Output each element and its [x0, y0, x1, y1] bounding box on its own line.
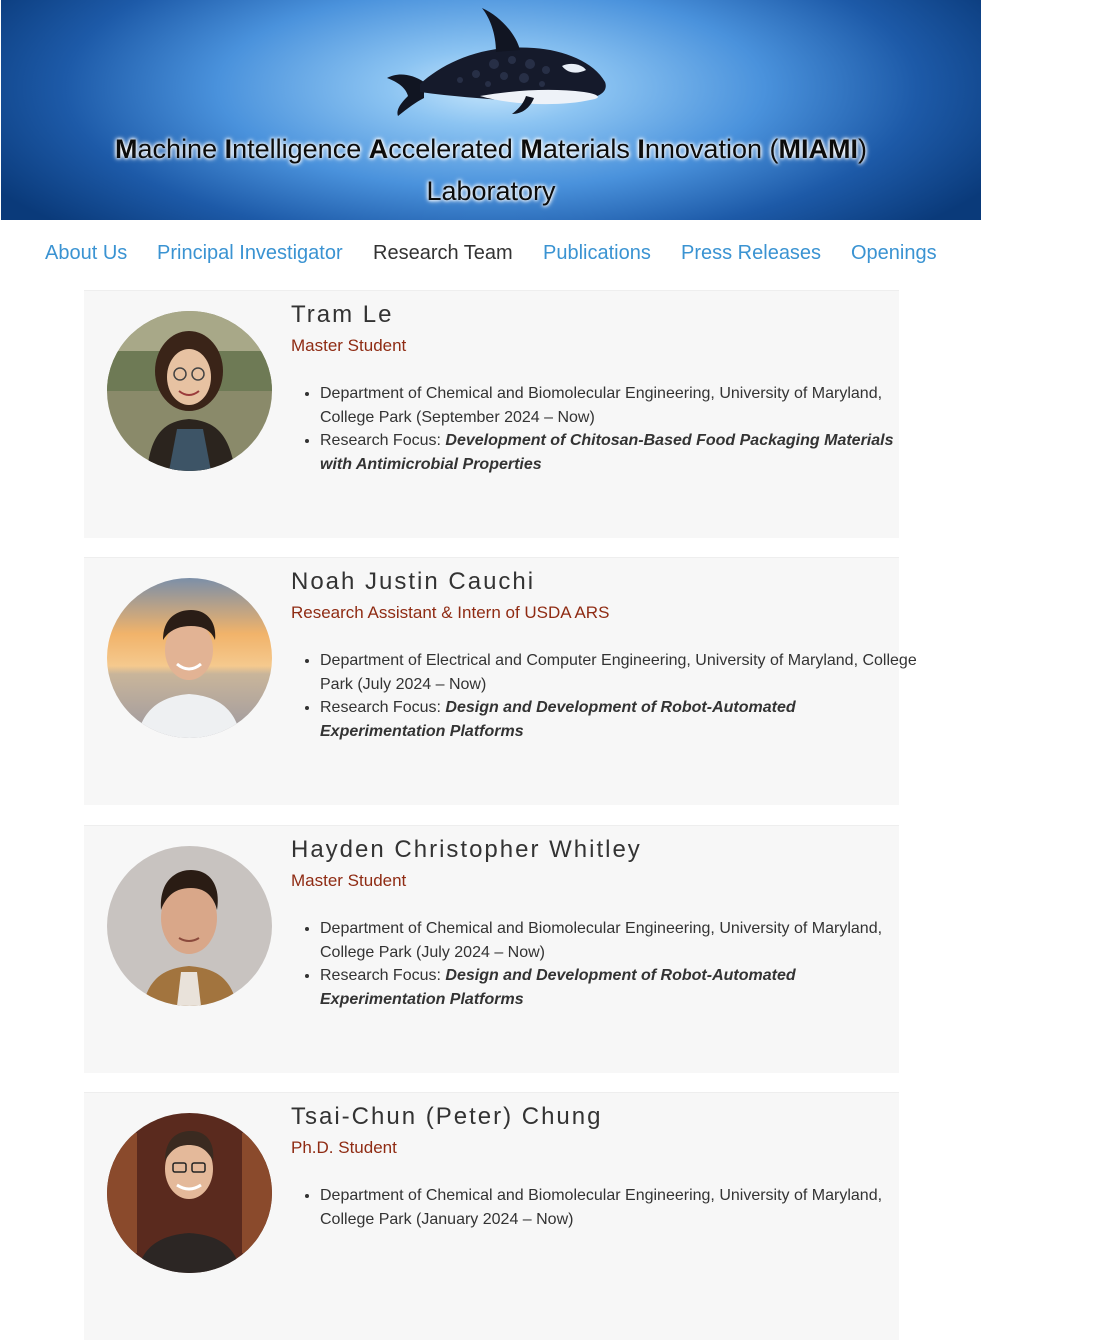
portrait-hayden-christopher-whitley	[107, 846, 272, 1006]
banner-title-part: ntelligence	[232, 134, 369, 164]
member-research-focus: Research Focus: Design and Development o…	[320, 696, 920, 743]
banner-title-part: aterials	[542, 134, 638, 164]
member-details: Department of Chemical and Biomolecular …	[291, 917, 920, 1011]
banner-title: Machine Intelligence Accelerated Materia…	[1, 128, 981, 212]
research-focus-label: Research Focus:	[320, 967, 446, 984]
banner-title-line1: Machine Intelligence Accelerated Materia…	[1, 128, 981, 170]
member-name: Tsai-Chun (Peter) Chung	[291, 1103, 603, 1130]
portrait-tsai-chun-peter-chung	[107, 1113, 272, 1273]
banner-title-part: )	[857, 134, 867, 164]
member-research-focus: Research Focus: Design and Development o…	[320, 964, 920, 1011]
banner-title-line2: Laboratory	[426, 176, 556, 206]
portrait-tram-le	[107, 311, 272, 471]
banner-title-part: M	[520, 134, 543, 164]
member-photo	[107, 578, 272, 738]
member-name: Tram Le	[291, 301, 394, 328]
research-focus-label: Research Focus:	[320, 432, 446, 449]
banner-title-part: I	[637, 134, 645, 164]
member-role: Master Student	[291, 336, 407, 355]
member-department: Department of Chemical and Biomolecular …	[320, 382, 920, 429]
member-name: Hayden Christopher Whitley	[291, 836, 642, 863]
member-department: Department of Chemical and Biomolecular …	[320, 1184, 920, 1231]
member-details: Department of Chemical and Biomolecular …	[291, 382, 920, 476]
nav-openings[interactable]: Openings	[851, 242, 937, 265]
team-member-card: Tram Le Master Student Department of Che…	[84, 290, 899, 538]
team-member-card: Noah Justin Cauchi Research Assistant & …	[84, 557, 917, 805]
research-focus-label: Research Focus:	[320, 699, 446, 716]
banner-title-part: ccelerated	[388, 134, 521, 164]
banner-title-part: A	[368, 134, 389, 164]
nav-about-us[interactable]: About Us	[45, 242, 127, 265]
nav-research-team[interactable]: Research Team	[373, 242, 513, 265]
site-banner: Machine Intelligence Accelerated Materia…	[1, 0, 981, 220]
member-department: Department of Chemical and Biomolecular …	[320, 917, 920, 964]
banner-title-part: I	[224, 134, 233, 164]
team-member-card: Hayden Christopher Whitley Master Studen…	[84, 825, 899, 1073]
banner-title-part: achine	[137, 134, 225, 164]
member-photo	[107, 311, 272, 471]
member-role: Research Assistant & Intern of USDA ARS	[291, 603, 610, 622]
member-photo	[107, 846, 272, 1006]
member-details: Department of Electrical and Computer En…	[291, 649, 920, 743]
main-nav: About Us Principal Investigator Research…	[0, 238, 980, 274]
orca-icon	[387, 8, 606, 116]
banner-title-part: MIAMI	[778, 134, 858, 164]
nav-publications[interactable]: Publications	[543, 242, 651, 265]
member-role: Master Student	[291, 871, 407, 890]
member-research-focus: Research Focus: Development of Chitosan-…	[320, 429, 920, 476]
member-role: Ph.D. Student	[291, 1138, 397, 1157]
banner-title-part: M	[115, 134, 138, 164]
nav-press-releases[interactable]: Press Releases	[681, 242, 821, 265]
portrait-noah-justin-cauchi	[107, 578, 272, 738]
member-photo	[107, 1113, 272, 1273]
member-details: Department of Chemical and Biomolecular …	[291, 1184, 920, 1231]
nav-principal-investigator[interactable]: Principal Investigator	[157, 242, 343, 265]
banner-title-part: nnovation (	[644, 134, 779, 164]
member-name: Noah Justin Cauchi	[291, 568, 536, 595]
member-department: Department of Electrical and Computer En…	[320, 649, 920, 696]
team-member-card: Tsai-Chun (Peter) Chung Ph.D. Student De…	[84, 1092, 899, 1340]
